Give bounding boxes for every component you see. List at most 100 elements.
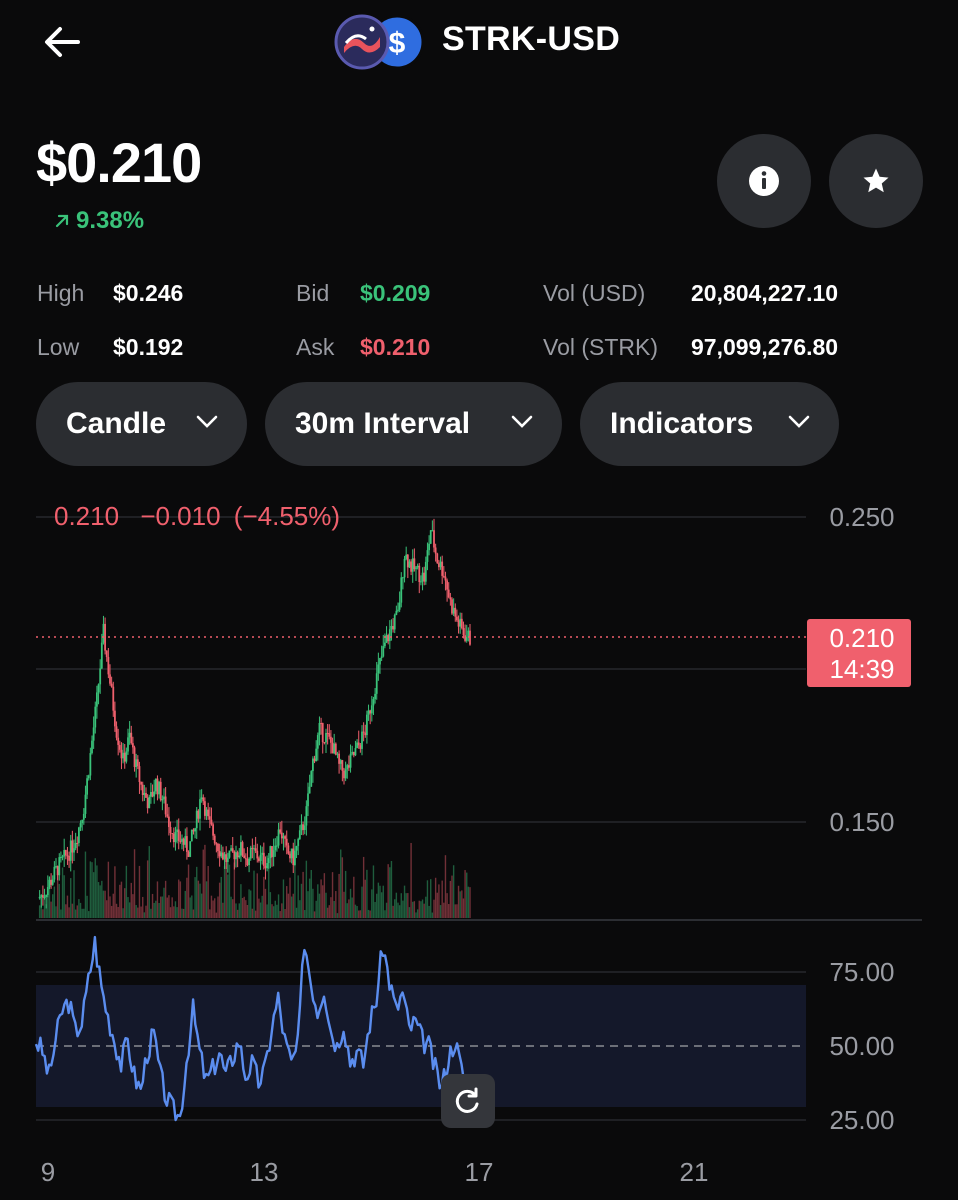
volume-bar (403, 885, 406, 918)
volume-bar (196, 866, 198, 918)
volume-bar (434, 877, 437, 918)
candle-body (325, 733, 327, 743)
interval-dropdown[interactable]: 30m Interval (265, 382, 562, 466)
candle-body (192, 829, 195, 832)
candle-body (428, 543, 430, 551)
volume-bar (110, 905, 113, 918)
volume-bar (438, 884, 440, 918)
candle-body (452, 607, 455, 614)
volume-bar (261, 895, 263, 918)
volume-bar (243, 896, 245, 918)
candle-body (303, 825, 306, 830)
volume-bar (376, 893, 378, 918)
candle-body (465, 636, 468, 641)
back-button[interactable] (40, 22, 84, 62)
interval-label: 30m Interval (295, 407, 471, 440)
bid-label: Bid (296, 280, 330, 306)
candle-body (220, 852, 223, 857)
volume-bar (330, 897, 332, 918)
candle-body (341, 760, 344, 771)
volume-bar (145, 905, 147, 918)
volume-bar (169, 907, 172, 918)
candle-body (166, 814, 169, 817)
candle-body (105, 650, 108, 658)
candle-body (51, 879, 54, 885)
volume-bar (55, 906, 57, 918)
info-button[interactable] (717, 134, 811, 228)
candle-body (282, 836, 285, 839)
candle-body (262, 852, 265, 866)
candle-body (354, 748, 357, 756)
volume-bar (362, 856, 365, 918)
volume-bar (220, 876, 222, 918)
candle-body (125, 751, 128, 762)
favorite-button[interactable] (829, 134, 923, 228)
candle-body (302, 824, 304, 830)
volume-bar (240, 884, 242, 918)
volume-bar (156, 881, 159, 918)
candle-body (426, 550, 429, 562)
volume-bar (187, 864, 190, 918)
candle-body (434, 547, 437, 554)
indicators-dropdown[interactable]: Indicators (580, 382, 839, 466)
chart-type-label: Candle (66, 407, 167, 440)
candle-body (60, 856, 62, 858)
candle-body (298, 830, 301, 840)
volume-bar (254, 910, 257, 918)
volume-bar (315, 900, 317, 918)
chart-type-dropdown[interactable]: Candle (36, 382, 247, 466)
candle-body (190, 829, 193, 842)
volume-bar (194, 877, 196, 918)
candle-body (172, 833, 175, 843)
volume-bar (344, 870, 347, 918)
reset-chart-button[interactable] (441, 1074, 495, 1128)
volume-bar (122, 908, 124, 918)
volume-bar (277, 894, 280, 918)
volume-bar (333, 900, 335, 918)
arrow-left-icon (45, 27, 80, 57)
volume-bar (413, 901, 416, 918)
candle-body (40, 895, 43, 897)
volume-bar (395, 892, 398, 918)
volume-bar (356, 906, 358, 918)
volume-bar (407, 893, 409, 918)
volume-bar (271, 904, 273, 918)
candle-body (97, 684, 100, 693)
volume-bar (372, 865, 375, 918)
candle-body (395, 610, 398, 615)
candle-body (145, 792, 147, 798)
volume-bar (398, 905, 401, 918)
pair-title: STRK-USD (442, 20, 621, 58)
volume-bar (374, 901, 376, 918)
volume-bar (158, 903, 160, 918)
high-label: High (37, 280, 85, 306)
candle-body (323, 742, 326, 744)
candle-body (403, 558, 406, 578)
volume-bar (114, 866, 116, 918)
candle-body (357, 742, 360, 746)
candle-body (94, 706, 97, 728)
candle-body (130, 732, 133, 744)
candle-body (169, 827, 172, 834)
candle-body (63, 850, 66, 857)
volume-bar (70, 878, 72, 918)
candle-body (53, 866, 56, 880)
volume-bar (431, 912, 434, 918)
volume-bar (124, 888, 126, 918)
legend-change: −0.010 (140, 501, 220, 531)
volume-bar (258, 898, 260, 918)
candle-body (194, 828, 196, 832)
volume-bar (151, 893, 154, 918)
volume-bar (349, 888, 352, 918)
volume-bar (320, 879, 322, 918)
candle-body (300, 824, 303, 831)
volume-bar (186, 877, 188, 918)
candle-body (256, 850, 259, 859)
volume-bar (163, 887, 165, 918)
svg-text:$: $ (389, 27, 406, 60)
candle-body (210, 819, 213, 825)
high-value: $0.246 (113, 280, 184, 306)
candle-body (272, 850, 275, 858)
candle-body (390, 626, 393, 630)
volume-bar (127, 897, 129, 918)
